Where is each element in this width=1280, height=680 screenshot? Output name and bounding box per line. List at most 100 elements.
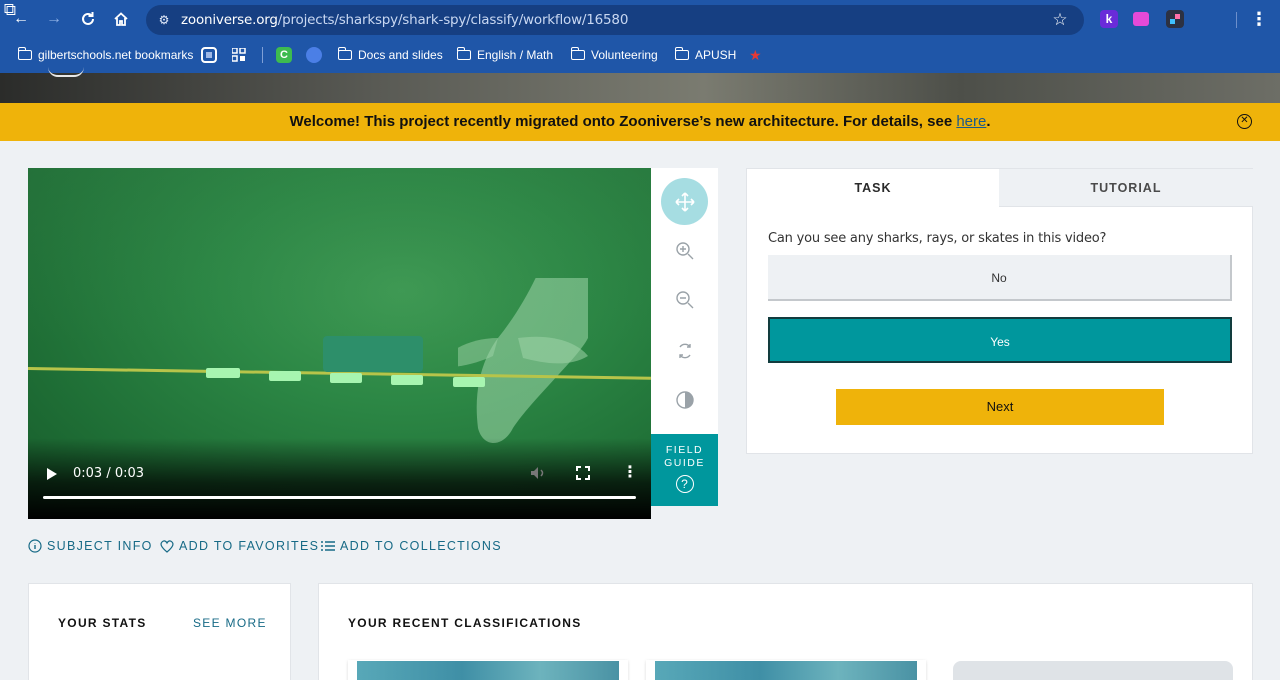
line-marker	[206, 368, 240, 378]
bookmark-classroom[interactable]: C	[276, 41, 292, 69]
blue-app-icon	[306, 47, 322, 63]
recent-title: YOUR RECENT CLASSIFICATIONS	[348, 616, 582, 630]
toolbar-divider	[1236, 12, 1237, 28]
subject-info-button[interactable]: SUBJECT INFO	[28, 538, 153, 554]
line-marker	[391, 375, 423, 385]
back-icon[interactable]: ←	[10, 8, 32, 30]
migration-banner: Welcome! This project recently migrated …	[0, 103, 1280, 141]
camera-device	[323, 336, 423, 372]
extension-k-icon[interactable]: k	[1100, 10, 1118, 28]
banner-suffix: .	[986, 113, 991, 130]
collections-label: ADD TO COLLECTIONS	[340, 539, 502, 553]
field-guide-label-1: FIELD	[665, 444, 704, 456]
line-marker	[453, 377, 485, 387]
extension-dark-icon[interactable]	[1166, 10, 1184, 28]
zoom-in-button[interactable]	[661, 227, 708, 274]
recent-classifications-card: YOUR RECENT CLASSIFICATIONS	[318, 583, 1253, 680]
field-guide-button[interactable]: FIELD GUIDE ?	[651, 434, 718, 506]
extension-video-icon[interactable]	[1133, 12, 1149, 26]
play-icon[interactable]	[46, 467, 58, 481]
app-square-icon	[201, 47, 217, 63]
stats-title: YOUR STATS	[58, 616, 147, 630]
reload-icon[interactable]	[77, 8, 99, 30]
bookmarks-bar: gilbertschools.net bookmarks C Docs and …	[0, 41, 1280, 69]
browser-toolbar: ← → ⚙ zooniverse.org/projects/sharkspy/s…	[0, 0, 1280, 38]
recent-thumbnail[interactable]	[348, 660, 628, 680]
next-button[interactable]: Next	[836, 389, 1164, 425]
recent-thumbnail[interactable]	[646, 660, 926, 680]
list-icon	[321, 541, 335, 551]
task-panel: TASK TUTORIAL Can you see any sharks, ra…	[746, 168, 1253, 454]
rotate-icon	[678, 343, 691, 358]
bookmark-blue-app[interactable]	[306, 41, 322, 69]
url-text[interactable]: zooniverse.org/projects/sharkspy/shark-s…	[181, 12, 628, 28]
address-bar[interactable]: ⚙ zooniverse.org/projects/sharkspy/shark…	[146, 5, 1084, 35]
managed-bookmarks-icon	[17, 47, 32, 60]
line-marker	[269, 371, 301, 381]
zoom-out-button[interactable]	[661, 276, 708, 323]
bookmark-label: APUSH	[695, 48, 737, 62]
banner-link[interactable]: here	[956, 113, 986, 130]
bookmark-star-icon[interactable]: ☆	[1050, 10, 1070, 30]
bookmarks-divider	[262, 47, 263, 63]
browser-menu-icon[interactable]: ⋮	[1250, 9, 1268, 29]
move-tool-button[interactable]	[661, 178, 708, 225]
bookmark-managed[interactable]: gilbertschools.net bookmarks	[17, 41, 194, 69]
line-marker	[330, 373, 362, 383]
video-progress-bar[interactable]	[43, 496, 636, 499]
stats-card: YOUR STATS SEE MORE	[28, 583, 291, 680]
url-path: /projects/sharkspy/shark-spy/classify/wo…	[277, 12, 629, 28]
folder-icon	[674, 47, 689, 60]
forward-icon[interactable]: →	[43, 8, 65, 30]
bookmark-star-flag[interactable]: ★	[749, 41, 762, 69]
banner-text: Welcome! This project recently migrated …	[289, 113, 957, 130]
project-hero-strip	[0, 73, 1280, 103]
subject-video[interactable]: 0:03 / 0:03 ⋮	[28, 168, 651, 519]
bookmark-apush[interactable]: APUSH	[674, 41, 737, 69]
task-question: Can you see any sharks, rays, or skates …	[768, 231, 1107, 246]
see-more-link[interactable]: SEE MORE	[193, 616, 267, 630]
info-icon	[28, 539, 42, 553]
browser-chrome: ← → ⚙ zooniverse.org/projects/sharkspy/s…	[0, 0, 1280, 73]
add-to-collections-button[interactable]: ADD TO COLLECTIONS	[321, 538, 502, 554]
answer-no-button[interactable]: No	[768, 255, 1232, 301]
close-icon[interactable]: ✕	[1237, 114, 1252, 129]
bookmark-label: gilbertschools.net bookmarks	[38, 48, 194, 62]
contrast-icon	[675, 390, 694, 409]
bookmark-label: English / Math	[477, 48, 554, 62]
video-time: 0:03 / 0:03	[73, 466, 145, 481]
tab-task[interactable]: TASK	[747, 169, 999, 207]
move-icon	[674, 191, 695, 212]
bookmark-label: Docs and slides	[358, 48, 443, 62]
field-guide-label-2: GUIDE	[664, 457, 705, 469]
star-flag-icon: ★	[749, 47, 762, 63]
volume-icon[interactable]	[529, 464, 547, 482]
bookmark-english-math[interactable]: English / Math	[456, 41, 554, 69]
home-icon[interactable]	[110, 8, 132, 30]
favorites-label: ADD TO FAVORITES	[179, 539, 320, 553]
heart-icon	[160, 539, 174, 553]
bookmark-apps-grid[interactable]	[232, 41, 246, 69]
more-options-icon[interactable]: ⋮	[622, 464, 638, 482]
subject-info-label: SUBJECT INFO	[47, 539, 153, 553]
image-toolbar	[651, 168, 718, 434]
tab-tutorial[interactable]: TUTORIAL	[999, 169, 1253, 207]
fullscreen-icon[interactable]	[576, 466, 590, 480]
bookmark-app-square[interactable]	[201, 41, 217, 69]
bookmark-docs-and-slides[interactable]: Docs and slides	[337, 41, 443, 69]
add-to-favorites-button[interactable]: ADD TO FAVORITES	[160, 538, 319, 554]
invert-button[interactable]	[661, 376, 708, 423]
site-info-icon[interactable]: ⚙	[156, 12, 172, 28]
help-icon: ?	[675, 475, 694, 493]
thumbnail-image	[357, 661, 619, 680]
rotate-button[interactable]	[661, 327, 708, 374]
zoom-out-icon	[675, 290, 693, 308]
zoom-in-icon	[675, 241, 693, 259]
answer-yes-button[interactable]: Yes	[768, 317, 1232, 363]
c-app-icon: C	[276, 47, 292, 63]
thumbnail-image	[655, 661, 917, 680]
bookmark-label: Volunteering	[591, 48, 658, 62]
thumbnail-placeholder	[953, 661, 1233, 680]
bookmark-volunteering[interactable]: Volunteering	[570, 41, 658, 69]
apps-grid-icon	[232, 48, 246, 62]
